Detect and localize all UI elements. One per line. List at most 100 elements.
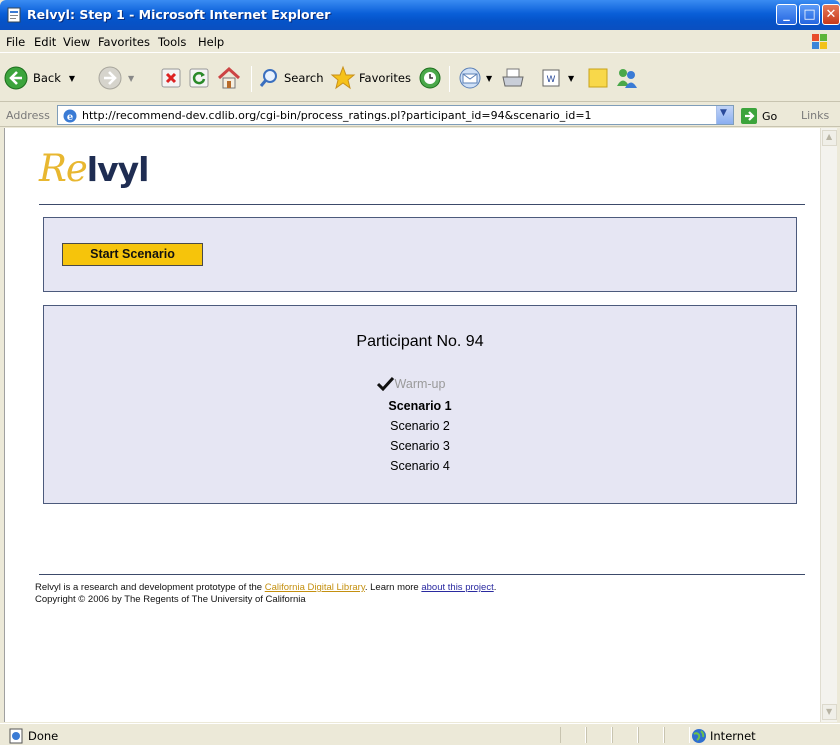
menu-help[interactable]: Help bbox=[198, 35, 224, 49]
security-zone: Internet bbox=[710, 729, 756, 743]
mail-button[interactable]: ▼ bbox=[458, 64, 492, 92]
minimize-button[interactable]: _ bbox=[776, 4, 797, 25]
maximize-button[interactable]: □ bbox=[799, 4, 820, 25]
mail-dropdown-icon[interactable]: ▼ bbox=[486, 74, 492, 83]
page-viewport: Relvyl Start Scenario Participant No. 94… bbox=[4, 128, 820, 722]
browser-window: Relvyl: Step 1 - Microsoft Internet Expl… bbox=[0, 0, 840, 745]
status-cell bbox=[664, 727, 690, 743]
standard-toolbar: Back ▼ ▼ Search Favorites ▼ W ▼ bbox=[0, 54, 840, 102]
logo-lvyl: lvyl bbox=[86, 150, 150, 189]
toolbar-separator bbox=[449, 66, 450, 92]
about-project-link[interactable]: about this project bbox=[421, 582, 493, 593]
word-edit-icon: W bbox=[542, 69, 560, 87]
step-warm-up: Warm-up bbox=[394, 377, 446, 391]
status-cell bbox=[560, 727, 586, 743]
search-button[interactable]: Search bbox=[258, 64, 324, 92]
menu-bar: File Edit View Favorites Tools Help bbox=[0, 30, 840, 53]
menu-tools[interactable]: Tools bbox=[158, 35, 186, 49]
footer-period: . bbox=[493, 582, 497, 593]
history-button[interactable] bbox=[418, 64, 442, 92]
status-cell bbox=[612, 727, 638, 743]
stop-button[interactable] bbox=[160, 64, 182, 92]
relvyl-logo: Relvyl bbox=[39, 147, 150, 190]
favorites-button[interactable]: Favorites bbox=[330, 64, 411, 92]
stop-icon bbox=[161, 68, 181, 88]
close-icon: ✕ bbox=[825, 7, 837, 22]
menu-file[interactable]: File bbox=[6, 35, 25, 49]
messenger-button[interactable] bbox=[614, 64, 640, 92]
history-icon bbox=[419, 67, 441, 89]
footer-divider bbox=[39, 574, 805, 575]
ie-page-icon: e bbox=[63, 109, 77, 123]
back-label: Back bbox=[33, 71, 61, 85]
note-icon bbox=[588, 68, 608, 88]
print-button[interactable] bbox=[500, 64, 526, 92]
close-button[interactable]: ✕ bbox=[822, 4, 840, 25]
back-button[interactable]: Back ▼ bbox=[4, 64, 75, 92]
toolbar-separator bbox=[251, 66, 252, 92]
step-scenario-3: Scenario 3 bbox=[390, 439, 450, 453]
ie-page-icon bbox=[7, 7, 21, 23]
search-label: Search bbox=[284, 71, 324, 85]
go-label: Go bbox=[762, 109, 778, 123]
address-label: Address bbox=[6, 109, 50, 122]
home-icon bbox=[217, 66, 241, 89]
messenger-icon bbox=[617, 69, 637, 88]
step-scenario-1: Scenario 1 bbox=[388, 399, 452, 413]
favorites-label: Favorites bbox=[359, 71, 411, 85]
menu-edit[interactable]: Edit bbox=[34, 35, 56, 49]
action-panel: Start Scenario bbox=[43, 217, 797, 292]
logo-re: Re bbox=[39, 147, 88, 190]
footer-intro: Relvyl is a research and development pro… bbox=[35, 582, 265, 593]
address-input[interactable]: e http://recommend-dev.cdlib.org/cgi-bin… bbox=[57, 105, 734, 125]
mail-icon bbox=[459, 67, 481, 89]
cdl-link[interactable]: California Digital Library bbox=[265, 582, 365, 593]
forward-dropdown-icon[interactable]: ▼ bbox=[128, 74, 134, 83]
svg-text:W: W bbox=[547, 75, 556, 85]
edit-button[interactable]: W ▼ bbox=[540, 64, 574, 92]
status-bar: Done Internet bbox=[0, 723, 840, 745]
status-cell bbox=[638, 727, 664, 743]
globe-icon bbox=[692, 729, 706, 743]
discuss-button[interactable] bbox=[586, 64, 610, 92]
maximize-icon: □ bbox=[803, 7, 816, 22]
status-cell bbox=[586, 727, 612, 743]
progress-panel: Participant No. 94 Warm-up Scenario 1 Sc… bbox=[43, 305, 797, 504]
window-title: Relvyl: Step 1 - Microsoft Internet Expl… bbox=[27, 7, 331, 22]
home-button[interactable] bbox=[216, 64, 242, 92]
back-dropdown-icon[interactable]: ▼ bbox=[69, 74, 75, 83]
go-button[interactable]: Go bbox=[740, 107, 777, 125]
menu-view[interactable]: View bbox=[63, 35, 90, 49]
scroll-down-button[interactable]: ▼ bbox=[822, 704, 837, 720]
forward-button[interactable]: ▼ bbox=[98, 64, 134, 92]
favorites-star-icon bbox=[330, 65, 356, 90]
go-arrow-icon bbox=[741, 108, 757, 124]
vertical-scrollbar[interactable]: ▲ ▼ bbox=[820, 128, 837, 722]
refresh-icon bbox=[189, 68, 209, 88]
svg-text:e: e bbox=[67, 112, 73, 123]
windows-logo-icon bbox=[812, 34, 827, 49]
chevron-down-icon: ▼ bbox=[720, 108, 727, 118]
start-scenario-button[interactable]: Start Scenario bbox=[62, 243, 203, 266]
footer-mid: . Learn more bbox=[364, 582, 422, 593]
back-arrow-icon bbox=[4, 66, 28, 90]
step-scenario-2: Scenario 2 bbox=[390, 419, 450, 433]
address-bar: Address e http://recommend-dev.cdlib.org… bbox=[0, 103, 840, 127]
menu-favorites[interactable]: Favorites bbox=[98, 35, 150, 49]
status-text: Done bbox=[28, 729, 59, 743]
participant-title: Participant No. 94 bbox=[356, 333, 484, 350]
refresh-button[interactable] bbox=[188, 64, 210, 92]
title-bar[interactable]: Relvyl: Step 1 - Microsoft Internet Expl… bbox=[0, 0, 840, 30]
search-icon bbox=[259, 69, 277, 87]
address-url[interactable]: http://recommend-dev.cdlib.org/cgi-bin/p… bbox=[82, 109, 592, 122]
header-divider bbox=[39, 204, 805, 205]
footer-text: Relvyl is a research and development pro… bbox=[35, 582, 496, 606]
edit-dropdown-icon[interactable]: ▼ bbox=[568, 74, 574, 83]
minimize-icon: _ bbox=[783, 7, 790, 22]
links-toolbar[interactable]: Links bbox=[801, 109, 829, 122]
scroll-up-button[interactable]: ▲ bbox=[822, 130, 837, 146]
print-icon bbox=[502, 68, 524, 87]
address-dropdown-button[interactable]: ▼ bbox=[716, 106, 733, 124]
chevron-down-icon: ▼ bbox=[826, 707, 833, 716]
footer-copyright: Copyright © 2006 by The Regents of The U… bbox=[35, 594, 306, 605]
